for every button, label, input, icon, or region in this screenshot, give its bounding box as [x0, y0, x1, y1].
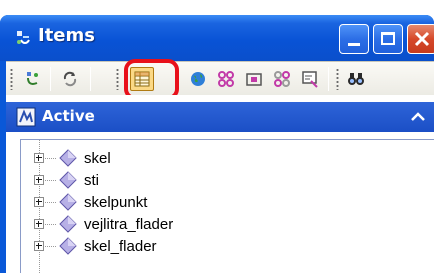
tree-item[interactable]: vejlitra_flader: [21, 213, 321, 235]
properties-icon: [302, 71, 318, 88]
diamond-icon: [59, 149, 77, 167]
refresh-icon: [63, 71, 77, 87]
tool-link[interactable]: [214, 67, 238, 91]
minimize-icon: [348, 43, 360, 46]
tree-item[interactable]: skel_flader: [21, 235, 321, 257]
expand-icon[interactable]: [34, 197, 44, 207]
tree-item-label: vejlitra_flader: [84, 215, 174, 233]
maximize-button[interactable]: [373, 24, 403, 54]
expand-icon[interactable]: [34, 175, 44, 185]
diamond-icon: [59, 171, 77, 189]
tree-item-label: sti: [84, 171, 99, 189]
unlink-icon: [274, 71, 290, 87]
window-title: Items: [38, 25, 95, 46]
item-tree: skel sti skelpunkt vejlitra_flader skel_…: [20, 139, 434, 273]
tree-item-label: skel: [84, 149, 111, 167]
tool-properties[interactable]: [298, 67, 322, 91]
maximize-icon: [381, 32, 395, 45]
panel-title: Active: [42, 107, 95, 125]
diamond-icon: [59, 215, 77, 233]
tree-item[interactable]: skelpunkt: [21, 191, 321, 213]
diamond-icon: [59, 237, 77, 255]
expand-icon[interactable]: [34, 241, 44, 251]
binoculars-icon: [348, 73, 364, 85]
tree-item-label: skelpunkt: [84, 193, 148, 211]
workspace-icon: [16, 107, 36, 127]
toolbar: [6, 61, 434, 95]
tree-item[interactable]: sti: [21, 169, 321, 191]
tool-globe[interactable]: [186, 67, 210, 91]
chevron-up-icon[interactable]: [410, 111, 426, 123]
expand-icon[interactable]: [34, 219, 44, 229]
minimize-button[interactable]: [339, 24, 369, 54]
close-button[interactable]: [407, 24, 434, 54]
toolbar-grip[interactable]: [336, 68, 339, 90]
items-icon: [27, 72, 38, 85]
frame-icon: [246, 73, 262, 86]
highlight-ring: [124, 59, 179, 100]
tree-item-label: skel_flader: [84, 237, 157, 255]
diamond-icon: [59, 193, 77, 211]
tool-unlink[interactable]: [270, 67, 294, 91]
expand-icon[interactable]: [34, 153, 44, 163]
globe-icon: [191, 72, 205, 86]
toolbar-grip[interactable]: [116, 68, 119, 90]
close-icon: [414, 31, 430, 47]
items-window: Items Active skel sti skelpunkt vejlitra…: [0, 0, 434, 273]
tool-frame[interactable]: [242, 67, 266, 91]
link-icon: [218, 71, 234, 87]
tool-find[interactable]: [344, 67, 368, 91]
items-icon: [14, 28, 34, 48]
tool-refresh[interactable]: [58, 67, 82, 91]
tree-item[interactable]: skel: [21, 147, 321, 169]
tool-items[interactable]: [20, 67, 44, 91]
toolbar-grip[interactable]: [10, 68, 13, 90]
